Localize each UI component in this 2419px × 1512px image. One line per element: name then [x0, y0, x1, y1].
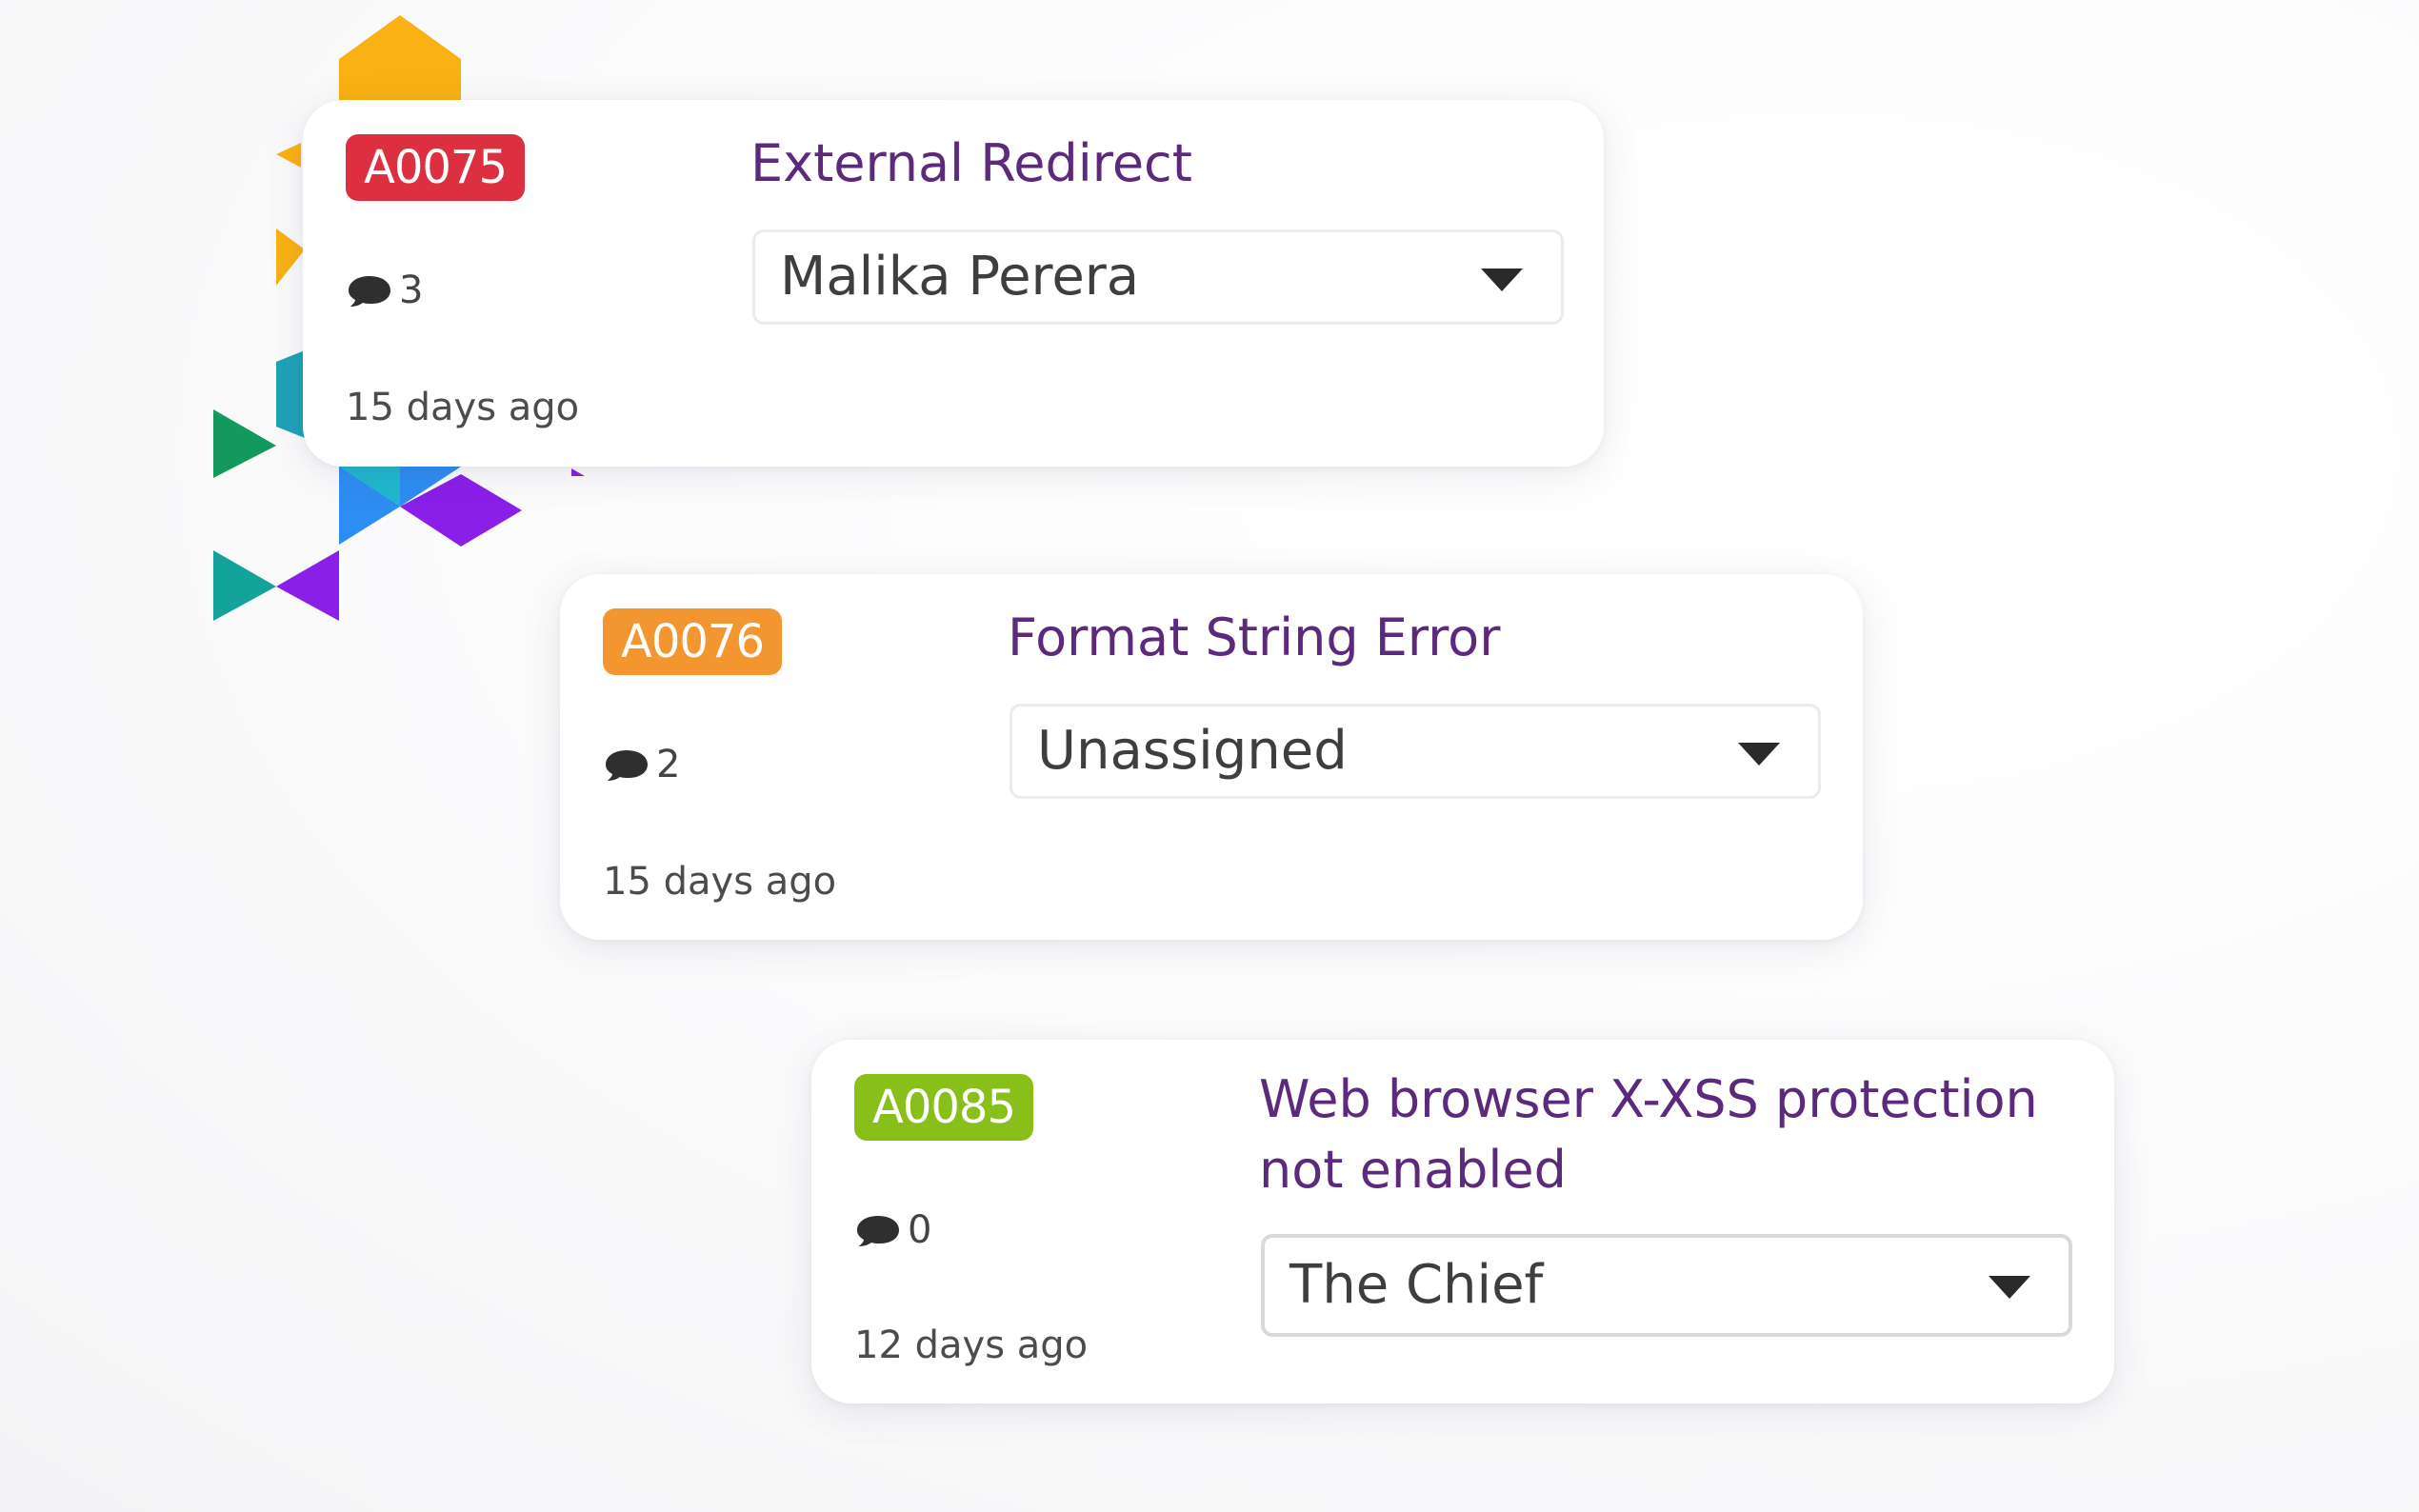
- comment-count-value: 3: [399, 269, 424, 312]
- assignee-select[interactable]: Unassigned: [1010, 704, 1821, 799]
- issue-id-badge: A0076: [603, 608, 782, 675]
- issue-title[interactable]: Web browser X-XSS protection not enabled: [1259, 1064, 2078, 1205]
- comment-count[interactable]: 3: [346, 267, 423, 314]
- speech-bubble-icon: [857, 1216, 899, 1246]
- assignee-select[interactable]: Malika Perera: [752, 229, 1564, 325]
- issue-age: 12 days ago: [854, 1323, 1089, 1367]
- assignee-value: Malika Perera: [780, 246, 1140, 308]
- assignee-value: The Chief: [1289, 1254, 1544, 1316]
- issue-id-badge: A0085: [854, 1074, 1033, 1141]
- issue-card[interactable]: A0076 2 15 days ago Format String Error …: [560, 574, 1863, 940]
- issue-card[interactable]: A0085 0 12 days ago Web browser X-XSS pr…: [811, 1040, 2114, 1403]
- assignee-value: Unassigned: [1037, 720, 1348, 782]
- issue-title[interactable]: Format String Error: [1008, 603, 1500, 673]
- caret-down-icon: [1481, 269, 1523, 291]
- issue-id-badge: A0075: [346, 134, 525, 201]
- comment-count-value: 2: [656, 743, 681, 786]
- comment-count[interactable]: 2: [603, 741, 680, 788]
- issue-title[interactable]: External Redirect: [750, 129, 1192, 199]
- speech-bubble-icon: [606, 750, 648, 781]
- issue-card[interactable]: A0075 3 15 days ago External Redirect Ma…: [303, 100, 1604, 467]
- caret-down-icon: [1738, 743, 1780, 766]
- comment-count-value: 0: [908, 1208, 932, 1252]
- issue-age: 15 days ago: [603, 860, 837, 904]
- comment-count[interactable]: 0: [854, 1206, 931, 1254]
- issue-age: 15 days ago: [346, 386, 580, 429]
- speech-bubble-icon: [349, 276, 390, 307]
- assignee-select[interactable]: The Chief: [1261, 1234, 2072, 1337]
- caret-down-icon: [1989, 1276, 2030, 1299]
